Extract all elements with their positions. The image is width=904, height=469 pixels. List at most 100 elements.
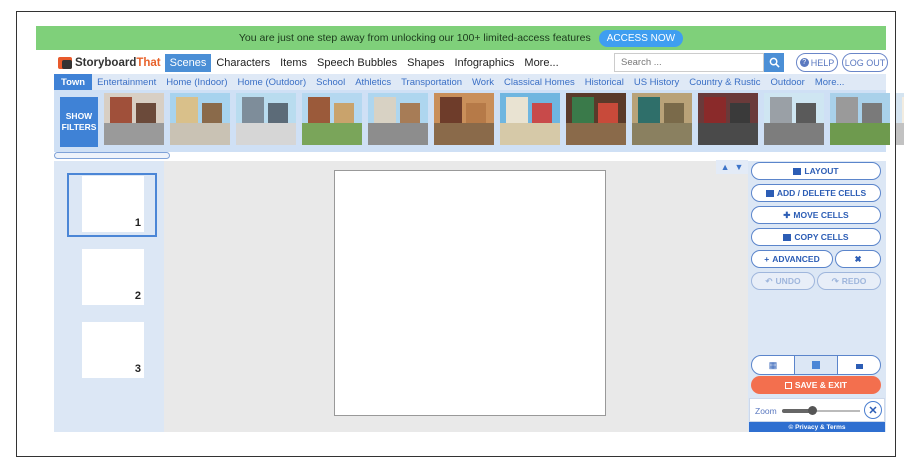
help-button[interactable]: ? HELP [796, 53, 838, 72]
undo-button[interactable]: ↶ UNDO [751, 272, 815, 290]
copy-label: COPY CELLS [794, 232, 849, 242]
privacy-terms-link[interactable]: © Privacy & Terms [749, 422, 885, 432]
nav-tab-more[interactable]: More... [519, 54, 563, 72]
scene-thumbnail-storefronts[interactable] [170, 93, 230, 145]
cells-panel: 1 2 3 [54, 161, 164, 432]
promo-banner: You are just one step away from unlockin… [36, 26, 886, 50]
category-home-indoor[interactable]: Home (Indoor) [161, 74, 232, 90]
zoom-slider-handle[interactable] [807, 406, 817, 415]
access-now-button[interactable]: ACCESS NOW [598, 29, 684, 47]
category-country-rustic[interactable]: Country & Rustic [684, 74, 765, 90]
category-entertainment[interactable]: Entertainment [92, 74, 161, 90]
grid-view-icon: ▦ [768, 359, 778, 370]
scene-thumbnail-city-skyline[interactable] [236, 93, 296, 145]
scene-thumbnail-main-street[interactable] [368, 93, 428, 145]
scene-thumbnail-brick-rowhouses[interactable] [104, 93, 164, 145]
show-filters-line2: FILTERS [61, 122, 97, 132]
logo-icon [58, 57, 72, 69]
save-exit-label: SAVE & EXIT [794, 380, 848, 390]
advanced-button[interactable]: + ADVANCED [751, 250, 833, 268]
collapse-tools-button[interactable]: ✖ [835, 250, 881, 268]
scene-thumbnail-cemetery[interactable] [830, 93, 890, 145]
split-view-button[interactable] [795, 356, 838, 374]
scene-thumbnail-diner[interactable] [896, 93, 904, 145]
undo-icon: ↶ [765, 275, 773, 286]
grid-view-button[interactable]: ▦ [752, 356, 795, 374]
arrow-down-icon[interactable]: ▼ [735, 162, 744, 172]
cell-thumbnail[interactable]: 1 [82, 176, 144, 232]
advanced-label: ADVANCED [772, 254, 820, 264]
close-zoom-button[interactable]: ✕ [864, 401, 882, 419]
zoom-label: Zoom [755, 406, 777, 416]
layout-icon [793, 167, 802, 175]
category-bar: Town Entertainment Home (Indoor) Home (Outd… [54, 74, 886, 90]
help-icon: ? [799, 58, 809, 67]
split-view-icon [812, 361, 820, 369]
add-delete-label: ADD / DELETE CELLS [776, 188, 867, 198]
storyboardthat-logo[interactable]: Storyboard That [58, 57, 161, 69]
close-icon: ✕ [868, 404, 878, 417]
scene-scrollbar[interactable] [54, 152, 170, 159]
category-work[interactable]: Work [467, 74, 499, 90]
cell-thumbnail[interactable]: 2 [82, 249, 144, 305]
save-icon [784, 381, 792, 389]
logo-text-that: That [136, 57, 161, 69]
nav-tab-scenes[interactable]: Scenes [164, 54, 212, 72]
cell-number: 2 [134, 290, 141, 302]
single-view-icon [855, 364, 863, 369]
show-filters-button[interactable]: SHOW FILTERS [60, 97, 98, 147]
zoom-control: Zoom ✕ [749, 398, 885, 422]
scene-thumbnail-doorway[interactable] [434, 93, 494, 145]
redo-label: REDO [841, 276, 867, 286]
search-input[interactable]: Search ... [614, 53, 764, 72]
search-button[interactable] [764, 53, 784, 72]
logout-button[interactable]: LOG OUT [842, 53, 888, 72]
category-us-history[interactable]: US History [629, 74, 684, 90]
category-historical[interactable]: Historical [580, 74, 629, 90]
logo-text-storyboard: Storyboard [75, 57, 137, 69]
add-cells-icon [765, 189, 774, 197]
category-school[interactable]: School [311, 74, 350, 90]
nav-tab-speech-bubbles[interactable]: Speech Bubbles [312, 54, 402, 72]
scene-thumbnail-parking-lot[interactable] [764, 93, 824, 145]
category-home-outdoor[interactable]: Home (Outdoor) [233, 74, 312, 90]
scene-thumbnail-cafe-patio[interactable] [500, 93, 560, 145]
move-label: MOVE CELLS [793, 210, 849, 220]
cell-number: 1 [134, 217, 141, 229]
cell-thumbnail[interactable]: 3 [82, 322, 144, 378]
add-delete-cells-button[interactable]: ADD / DELETE CELLS [751, 184, 881, 202]
save-and-exit-button[interactable]: SAVE & EXIT [751, 376, 881, 394]
show-filters-line1: SHOW [65, 111, 93, 122]
main-nav: Storyboard That Scenes Characters Items Spe… [58, 53, 888, 73]
nav-tabs: Scenes Characters Items Speech Bubbles Shape… [164, 54, 564, 72]
cell-number: 3 [134, 363, 141, 375]
scene-thumbnail-shop-window[interactable] [566, 93, 626, 145]
category-transportation[interactable]: Transportation [396, 74, 467, 90]
nav-tab-items[interactable]: Items [275, 54, 312, 72]
single-view-button[interactable] [838, 356, 880, 374]
category-classical-homes[interactable]: Classical Homes [499, 74, 580, 90]
cell-nav-arrows: ▲ ▼ [716, 160, 748, 174]
scene-strip: SHOW FILTERS [54, 90, 904, 152]
view-toggle: ▦ [751, 355, 881, 375]
copy-cells-button[interactable]: COPY CELLS [751, 228, 881, 246]
scene-thumbnail-graffiti-wall[interactable] [698, 93, 758, 145]
shuffle-icon: ✖ [854, 253, 862, 264]
storyboard-canvas[interactable] [334, 170, 606, 416]
scene-thumbnail-alley-door[interactable] [632, 93, 692, 145]
scene-thumbnail-park-street[interactable] [302, 93, 362, 145]
category-more[interactable]: More... [810, 74, 850, 90]
redo-button[interactable]: ↷ REDO [817, 272, 881, 290]
arrow-up-icon[interactable]: ▲ [721, 162, 730, 172]
category-outdoor[interactable]: Outdoor [766, 74, 810, 90]
layout-button[interactable]: LAYOUT [751, 162, 881, 180]
search-icon [769, 57, 780, 68]
category-athletics[interactable]: Athletics [350, 74, 396, 90]
nav-tab-infographics[interactable]: Infographics [449, 54, 519, 72]
move-cells-button[interactable]: ✚ MOVE CELLS [751, 206, 881, 224]
help-label: HELP [810, 57, 835, 68]
nav-tab-shapes[interactable]: Shapes [402, 54, 449, 72]
nav-tab-characters[interactable]: Characters [211, 54, 275, 72]
layout-label: LAYOUT [804, 166, 839, 176]
category-town[interactable]: Town [54, 74, 93, 90]
